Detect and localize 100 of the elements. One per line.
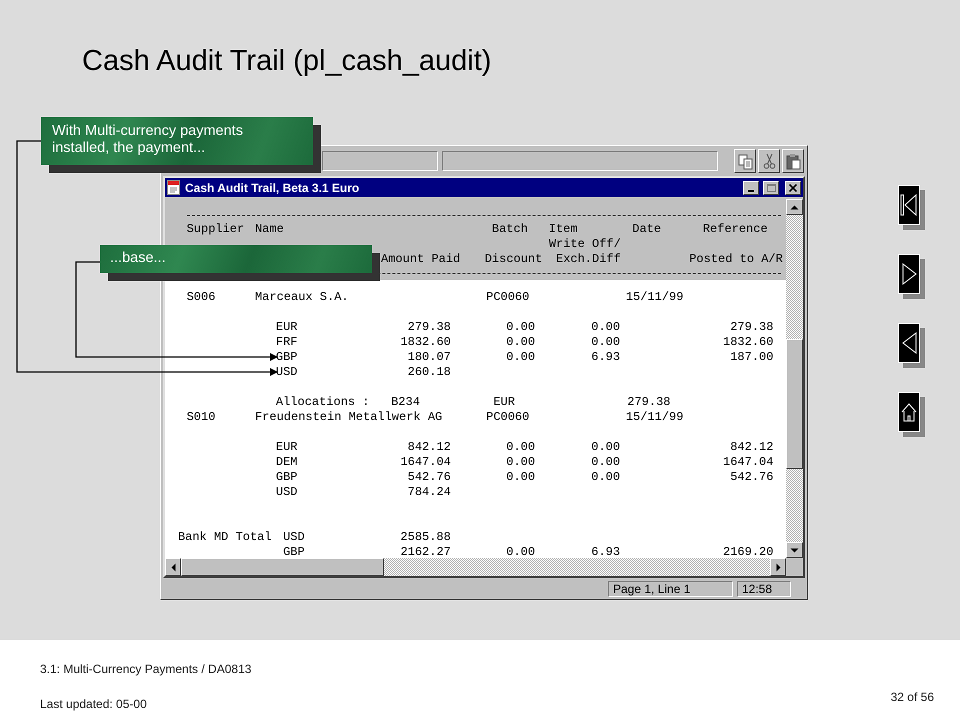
report-cell-text: GBP	[283, 545, 306, 558]
document-icon	[167, 180, 181, 195]
report-cell-text: GBP	[276, 470, 298, 485]
report-cell-text: 187.00	[729, 350, 774, 365]
report-cell-text: 180.07	[406, 350, 451, 365]
report-cell-text: 1832.60	[722, 335, 774, 350]
next-slide-button[interactable]	[898, 254, 920, 294]
report-cell: Bank MD Total	[178, 530, 273, 545]
page-number: 32 of 56	[890, 690, 934, 704]
report-cell-text: Freudenstein Metallwerk AG	[254, 410, 444, 425]
maximize-icon	[766, 184, 776, 192]
report-cell-text: 0.00	[505, 470, 536, 485]
paste-button[interactable]	[782, 149, 804, 173]
report-cell-text: 15/11/99	[626, 410, 684, 425]
report-cell-text: 1832.60	[399, 335, 451, 350]
report-cell-text: FRF	[276, 335, 298, 350]
report-cell-text: 0.00	[590, 335, 620, 350]
scroll-thumb[interactable]	[181, 558, 384, 576]
report-cell-text: 842.12	[729, 440, 774, 455]
down-arrow-icon	[790, 548, 799, 552]
report-cell-text: B234	[391, 395, 421, 410]
column-heading: Batch	[492, 222, 529, 237]
report-cell-text: 0.00	[505, 440, 536, 455]
slide-title: Cash Audit Trail (pl_cash_audit)	[82, 44, 492, 78]
column-heading: Reference	[702, 222, 769, 237]
triangle-right-icon	[900, 261, 918, 287]
column-heading: Date	[632, 222, 662, 237]
scroll-up-button[interactable]	[786, 199, 803, 215]
report-cell-text: GBP	[276, 350, 298, 365]
column-heading: Posted to A/R	[689, 252, 781, 267]
report-cell-text: 279.38	[406, 320, 451, 335]
toolbar-field[interactable]	[442, 151, 718, 171]
first-slide-button[interactable]	[898, 185, 920, 225]
column-heading: Amount Paid	[381, 252, 462, 267]
report-cell-text: 2162.27	[399, 545, 451, 558]
callout: With Multi-currency payments installed, the payment...	[41, 117, 321, 173]
triangle-left-icon	[900, 330, 918, 356]
report-cell-text: 0.00	[505, 455, 536, 470]
scroll-thumb[interactable]	[786, 339, 803, 469]
report-cell-text: 0.00	[505, 545, 536, 558]
report-cell-text: PC0060	[486, 410, 530, 425]
toolbar-field[interactable]	[322, 151, 438, 171]
report-cell-text: 2585.88	[399, 530, 451, 545]
column-heading: Supplier	[186, 222, 246, 237]
previous-slide-button[interactable]	[898, 323, 920, 363]
home-slide-button[interactable]	[898, 392, 920, 432]
column-heading: Name	[254, 222, 285, 237]
report-cell-text: 0.00	[590, 470, 620, 485]
course-label: 3.1: Multi-Currency Payments / DA0813	[40, 662, 252, 676]
close-icon	[789, 184, 797, 192]
right-arrow-icon	[776, 562, 780, 572]
column-heading: Item	[548, 222, 579, 237]
report-cell-text: USD	[283, 530, 306, 545]
report-cell-text: 0.00	[505, 350, 536, 365]
report-cell-text: S010	[186, 410, 216, 425]
close-button[interactable]	[785, 180, 801, 194]
window-title: Cash Audit Trail, Beta 3.1 Euro	[185, 180, 360, 194]
callout: ...base...	[100, 245, 380, 281]
skip-back-icon	[900, 192, 918, 218]
scroll-down-button[interactable]	[786, 542, 803, 558]
last-updated: Last updated: 05-00	[40, 697, 147, 711]
report-cell-text: 6.93	[590, 545, 620, 558]
report-cell-text: USD	[276, 365, 298, 380]
status-panel: Page 1, Line 1	[608, 580, 733, 596]
report-cell-text: 6.93	[590, 350, 620, 365]
scroll-right-button[interactable]	[770, 558, 786, 576]
scroll-left-button[interactable]	[165, 558, 181, 576]
report-cell-text: 260.18	[406, 365, 451, 380]
left-arrow-icon	[170, 562, 176, 572]
report-cell-text: Marceaux S.A.	[254, 290, 350, 305]
report-cell-text: 279.38	[627, 395, 672, 410]
report-cell-text: EUR	[276, 440, 298, 455]
report-cell-text: Allocations :	[276, 395, 371, 410]
report-cell-text: S006	[186, 290, 216, 305]
report-cell-text: 842.12	[406, 440, 451, 455]
report-cell-text: 2169.20	[722, 545, 774, 558]
report-cell-text: 0.00	[590, 455, 620, 470]
report-cell-text: 15/11/99	[626, 290, 684, 305]
clipboard-icon	[786, 152, 800, 170]
scissors-icon	[762, 152, 776, 170]
report-cell-text: 784.24	[406, 485, 451, 500]
column-heading: Discount	[484, 252, 544, 267]
column-heading: Write Off/	[548, 237, 622, 252]
copy-icon	[738, 152, 752, 170]
copy-button[interactable]	[734, 149, 756, 173]
cut-button[interactable]	[758, 149, 780, 173]
status-panel: 12:58	[737, 580, 791, 596]
report-cell-text: 0.00	[505, 320, 536, 335]
up-arrow-icon	[790, 204, 799, 210]
report-cell-text: 542.76	[406, 470, 451, 485]
report-cell-text: EUR	[276, 320, 298, 335]
report-cell-text: EUR	[493, 395, 516, 410]
minimize-button[interactable]	[743, 180, 759, 194]
report-cell-text: 0.00	[590, 440, 620, 455]
report-cell-text: PC0060	[486, 290, 530, 305]
report-cell-text: USD	[276, 485, 298, 500]
report-cell-text: 279.38	[729, 320, 774, 335]
report-cell-text: 542.76	[729, 470, 774, 485]
minimize-icon	[748, 190, 754, 192]
report-cell-text: DEM	[276, 455, 298, 470]
